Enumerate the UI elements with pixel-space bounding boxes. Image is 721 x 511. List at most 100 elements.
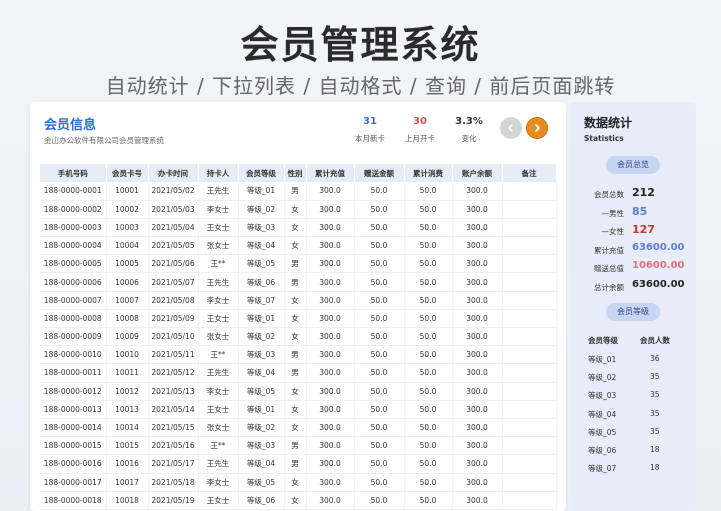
table-cell: 188-0000-0005 [40, 254, 107, 274]
table-cell: 王** [198, 345, 239, 365]
table-cell [502, 254, 557, 274]
table-cell: 300.0 [306, 382, 355, 401]
table-cell: 300.0 [452, 436, 503, 456]
table-cell: 300.0 [452, 400, 503, 419]
table-row[interactable]: 188-0000-0017 10017 2021/05/18 李女士 等级_05 女 300… [40, 473, 557, 492]
table-cell: 王先生 [198, 454, 239, 474]
table-row[interactable]: 188-0000-0016 10016 2021/05/17 王先生 等级_04 男 300… [40, 454, 557, 474]
table-row[interactable]: 188-0000-0008 10008 2021/05/09 王女士 等级_01 女 300… [40, 309, 557, 329]
table-cell: 2021/05/12 [148, 363, 199, 383]
statistics-title: 数据统计 [584, 116, 633, 130]
table-cell: 10005 [106, 254, 149, 274]
table-row[interactable]: 188-0000-0003 10003 2021/05/04 王女士 等级_03 女 300… [40, 218, 557, 238]
table-row[interactable]: 188-0000-0009 10009 2021/05/10 张女士 等级_02 女 300… [40, 327, 557, 347]
table-row[interactable]: 188-0000-0004 10004 2021/05/05 张女士 等级_04 女 300… [40, 236, 557, 256]
table-row[interactable]: 188-0000-0012 10012 2021/05/13 李女士 等级_05 女 300… [40, 382, 557, 401]
table-cell [502, 382, 557, 401]
table-cell: 王女士 [198, 400, 239, 419]
table-cell: 10007 [106, 291, 149, 310]
table-cell: 张女士 [198, 327, 239, 347]
table-cell: 50.0 [354, 309, 405, 329]
table-cell: 等级_07 [238, 291, 285, 310]
table-cell: 2021/05/18 [148, 473, 199, 492]
table-cell: 2021/05/10 [148, 327, 199, 347]
stat-label: 变化 [461, 134, 477, 143]
table-row[interactable]: 188-0000-0010 10010 2021/05/11 王** 等级_03 男 300… [40, 345, 557, 365]
table-cell: 男 [284, 454, 307, 474]
table-cell: 李女士 [198, 473, 239, 492]
table-cell [502, 436, 557, 456]
table-cell: 张女士 [198, 418, 239, 438]
table-cell: 女 [284, 236, 307, 256]
member-overview-button[interactable]: 会员总览 [606, 156, 660, 174]
table-cell [502, 200, 557, 219]
member-level-button[interactable]: 会员等级 [606, 303, 660, 321]
table-cell [502, 400, 557, 419]
table-cell: 等级_05 [238, 473, 285, 492]
table-cell: 等级_01 [238, 309, 285, 329]
table-row[interactable]: 188-0000-0005 10005 2021/05/06 王** 等级_05 男 300… [40, 254, 557, 274]
table-row[interactable]: 188-0000-0007 10007 2021/05/08 李女士 等级_07 女 300… [40, 291, 557, 310]
table-cell: 男 [284, 254, 307, 274]
table-cell: 2021/05/02 [148, 182, 199, 201]
table-cell: 300.0 [306, 236, 355, 256]
table-cell: 50.0 [404, 436, 453, 456]
level-name: 等级_07 [588, 464, 617, 474]
prev-page-button[interactable] [500, 117, 522, 139]
table-cell: 10001 [106, 182, 149, 201]
level-count: 35 [650, 426, 660, 436]
table-cell: 等级_01 [238, 182, 285, 201]
table-cell: 50.0 [354, 473, 405, 492]
table-row[interactable]: 188-0000-0013 10013 2021/05/14 王女士 等级_01 女 300… [40, 400, 557, 419]
table-cell: 50.0 [404, 272, 453, 292]
table-cell: 300.0 [452, 309, 503, 329]
table-row[interactable]: 188-0000-0001 10001 2021/05/02 王先生 等级_01 男 300… [40, 182, 557, 201]
member-info-card: 会员信息 金山办公软件有限公司会员管理系统 31 本月新卡 30 上月开卡 3.… [30, 102, 566, 511]
table-row[interactable]: 188-0000-0006 10006 2021/05/07 王先生 等级_06 男 300… [40, 272, 557, 292]
company-name: 金山办公软件有限公司会员管理系统 [44, 136, 164, 145]
table-cell: 300.0 [452, 473, 503, 492]
table-cell: 300.0 [306, 291, 355, 310]
table-cell: 等级_02 [238, 200, 285, 219]
table-cell: 王女士 [198, 491, 239, 510]
next-page-button[interactable] [526, 117, 548, 139]
level-count: 18 [650, 463, 660, 473]
table-cell: 等级_06 [238, 491, 285, 510]
table-row[interactable]: 188-0000-0015 10015 2021/05/16 王** 等级_03 男 300… [40, 436, 557, 456]
overview-stat-label: —女性 [601, 227, 625, 236]
table-cell: 2021/05/09 [148, 309, 199, 329]
level-row: 等级_03 35 [570, 390, 696, 404]
table-cell: 女 [284, 473, 307, 492]
table-cell: 等级_06 [238, 272, 285, 292]
table-cell: 10012 [106, 382, 149, 401]
table-cell: 300.0 [452, 254, 503, 274]
table-cell: 女 [284, 309, 307, 329]
table-cell: 50.0 [354, 182, 405, 201]
table-cell: 50.0 [404, 363, 453, 383]
table-cell: 300.0 [452, 291, 503, 310]
table-cell: 2021/05/04 [148, 218, 199, 238]
table-cell: 50.0 [404, 418, 453, 438]
table-cell: 男 [284, 345, 307, 365]
table-row[interactable]: 188-0000-0018 10018 2021/05/19 王女士 等级_06 女 300… [40, 491, 557, 510]
level-row: 等级_02 35 [570, 372, 696, 386]
table-row[interactable]: 188-0000-0014 10014 2021/05/15 张女士 等级_02 女 300… [40, 418, 557, 438]
table-cell: 10004 [106, 236, 149, 256]
column-header: 性别 [284, 164, 307, 182]
level-count: 36 [650, 354, 660, 363]
table-cell: 300.0 [452, 236, 503, 256]
table-cell: 男 [284, 436, 307, 456]
table-cell: 50.0 [354, 436, 405, 456]
table-cell: 188-0000-0014 [40, 418, 107, 438]
table-cell: 李女士 [198, 200, 239, 219]
table-row[interactable]: 188-0000-0011 10011 2021/05/12 王先生 等级_04 男 300… [40, 363, 557, 383]
table-cell: 2021/05/16 [148, 436, 199, 456]
table-cell: 王女士 [198, 218, 239, 238]
table-cell: 女 [284, 218, 307, 238]
table-cell: 女 [284, 418, 307, 438]
level-count: 35 [650, 372, 660, 382]
column-header: 会员卡号 [106, 164, 149, 182]
table-row[interactable]: 188-0000-0002 10002 2021/05/03 李女士 等级_02 女 300… [40, 200, 557, 219]
table-cell: 188-0000-0018 [40, 491, 107, 510]
table-cell: 等级_03 [238, 345, 285, 365]
